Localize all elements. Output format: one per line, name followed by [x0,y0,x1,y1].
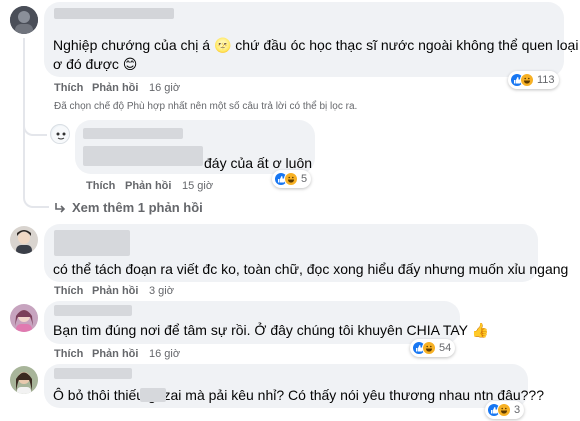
comment-text: có thể tách đoạn ra viết đc ko, toàn chữ… [53,261,569,277]
reply-button[interactable]: Phản hồi [92,285,138,297]
comment-bubble: Bạn tìm đúng nơi để tâm sự rồi. Ở đây ch… [44,301,489,344]
reaction-summary[interactable]: 113 [508,71,559,89]
reaction-summary[interactable]: 5 [272,170,312,188]
haha-icon [497,403,511,417]
like-button[interactable]: Thích [54,285,83,297]
redacted-name [54,8,174,19]
avatar[interactable] [10,304,38,332]
view-more-replies-button[interactable]: Xem thêm 1 phản hồi [54,200,203,215]
haha-icon [422,341,436,355]
avatar-image [52,126,69,143]
comment-bubble: Nghiệp chướng của chị á 🌝 chứ đầu óc học… [44,2,580,77]
avatar-image [10,226,38,254]
timestamp[interactable]: 15 giờ [182,180,213,192]
redacted-name [83,128,183,139]
avatar[interactable] [10,366,38,394]
redacted-name [54,305,132,316]
comment-text: Bạn tìm đúng nơi để tâm sự rồi. Ở đây ch… [53,322,490,338]
haha-icon [284,172,298,186]
timestamp[interactable]: 16 giờ [149,348,180,360]
more-replies-connector [23,192,49,208]
reaction-count: 3 [514,404,521,416]
like-button[interactable]: Thích [86,180,115,192]
comment-bubble: có thể tách đoạn ra viết đc ko, toàn chữ… [44,224,568,282]
reaction-count: 5 [301,173,308,185]
reply-bubble: đáy của ất ơ luôn [75,120,315,174]
avatar-image [10,304,38,332]
redacted-name [54,230,130,256]
redacted-word [140,388,166,402]
redacted-text [83,146,203,166]
comment-text: Nghiệp chướng của chị á 🌝 chứ đầu óc học… [53,37,580,53]
reply-button[interactable]: Phản hồi [92,348,138,360]
haha-icon [520,73,534,87]
redacted-name [54,368,132,379]
reaction-count: 113 [537,74,555,86]
avatar[interactable] [10,6,38,34]
thread-line [23,38,25,194]
reply-button[interactable]: Phản hồi [92,82,138,94]
reply-connector [23,120,47,136]
avatar[interactable] [50,124,70,144]
comment-text: ơ đó được 😊 [53,56,138,72]
avatar-image [10,6,38,34]
timestamp[interactable]: 3 giờ [149,285,174,297]
filter-note: Đã chọn chế độ Phù hợp nhất nên một số c… [54,101,358,112]
comment-text: Ô bỏ thôi thiếu gì zai mà pải kêu nhỉ? C… [53,387,544,403]
reaction-summary[interactable]: 54 [410,339,456,357]
reply-arrow-icon [55,202,66,213]
reply-button[interactable]: Phản hồi [125,180,171,192]
view-more-replies-label: Xem thêm 1 phản hồi [72,200,203,215]
timestamp[interactable]: 16 giờ [149,82,180,94]
avatar-image [10,366,38,394]
like-button[interactable]: Thích [54,82,83,94]
reaction-summary[interactable]: 3 [485,401,525,419]
reaction-count: 54 [439,342,452,354]
like-button[interactable]: Thích [54,348,83,360]
avatar[interactable] [10,226,38,254]
comment-bubble: Ô bỏ thôi thiếu gì zai mà pải kêu nhỉ? C… [44,364,544,408]
